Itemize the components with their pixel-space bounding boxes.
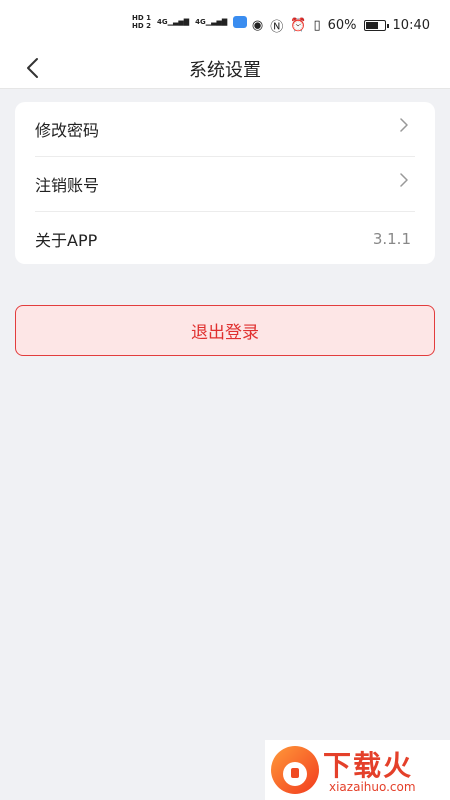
settings-item-change-password[interactable]: 修改密码 bbox=[35, 102, 415, 157]
settings-item-delete-account[interactable]: 注销账号 bbox=[35, 157, 415, 212]
sim1-label: HD 1 bbox=[132, 14, 151, 22]
clock: 10:40 bbox=[392, 18, 430, 33]
nfc-icon: Ⓝ bbox=[270, 20, 284, 35]
status-right: ◉ Ⓝ ⏰ ▯ 60% 10:40 bbox=[252, 16, 430, 35]
network2-signal-icon: 4G▁▃▅▇ bbox=[195, 18, 228, 26]
app-notification-icon bbox=[233, 16, 248, 28]
network1-label: 4G bbox=[156, 18, 168, 26]
eye-icon: ◉ bbox=[251, 18, 264, 33]
watermark: 下载火 xiazaihuo.com bbox=[265, 740, 450, 800]
settings-item-label: 修改密码 bbox=[35, 121, 100, 140]
nav-bar: 系统设置 bbox=[0, 48, 450, 89]
battery-icon bbox=[363, 20, 389, 31]
sim2-label: HD 2 bbox=[132, 22, 151, 30]
network1-signal-icon: 4G▁▃▅▇ bbox=[156, 18, 190, 26]
watermark-url: xiazaihuo.com bbox=[329, 780, 416, 794]
battery-percent: 60% bbox=[327, 18, 357, 33]
settings-item-about-app[interactable]: 关于APP 3.1.1 bbox=[35, 212, 415, 264]
sim-indicators: HD 1 HD 2 bbox=[132, 14, 151, 30]
settings-card: 修改密码 注销账号 关于APP 3.1.1 bbox=[15, 102, 435, 264]
logout-button[interactable]: 退出登录 bbox=[15, 305, 435, 356]
chevron-right-icon bbox=[400, 173, 408, 187]
alarm-icon: ⏰ bbox=[290, 18, 307, 33]
app-version: 3.1.1 bbox=[372, 230, 411, 248]
network2-label: 4G bbox=[195, 18, 206, 26]
page-title: 系统设置 bbox=[189, 60, 261, 81]
status-left: HD 1 HD 2 4G▁▃▅▇ 4G▁▃▅▇ bbox=[132, 14, 248, 30]
status-bar: HD 1 HD 2 4G▁▃▅▇ 4G▁▃▅▇ ◉ Ⓝ ⏰ ▯ 60% 10:4… bbox=[0, 0, 450, 48]
watermark-title: 下载火 bbox=[323, 749, 414, 782]
settings-item-label: 注销账号 bbox=[35, 176, 100, 195]
chevron-right-icon bbox=[400, 118, 408, 132]
watermark-logo-icon bbox=[271, 746, 319, 794]
vibrate-icon: ▯ bbox=[313, 18, 321, 33]
settings-item-label: 关于APP bbox=[35, 231, 98, 250]
